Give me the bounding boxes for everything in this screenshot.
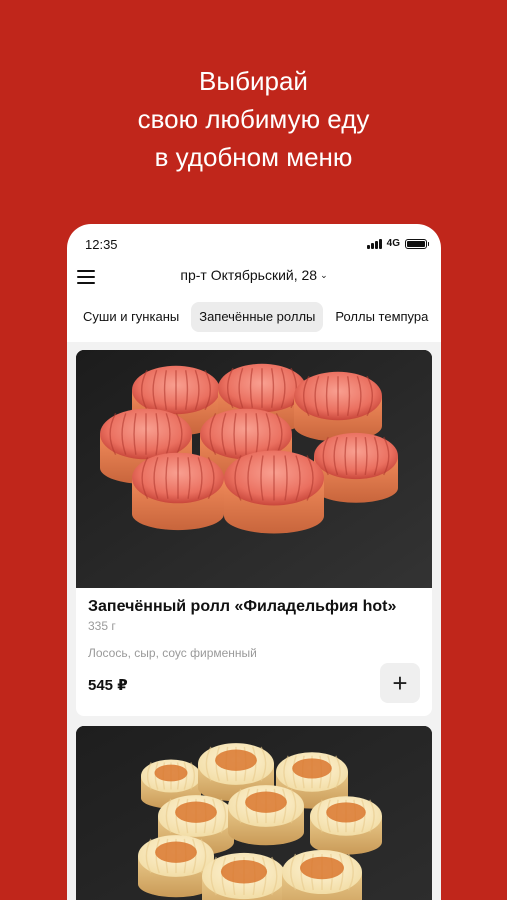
phone-screen: 12:35 4G пр-т Октябрьский, 28 ⌄ Суши и гу… xyxy=(67,224,441,900)
address-label: пр-т Октябрьский, 28 xyxy=(180,267,318,283)
product-list: Запечённый ролл «Филадельфия hot» 335 г … xyxy=(67,342,441,900)
product-price: 545 ₽ xyxy=(88,677,128,694)
category-tabs: Суши и гунканы Запечённые роллы Роллы те… xyxy=(75,302,441,332)
product-card[interactable]: Запечённый ролл «Филадельфия hot» 335 г … xyxy=(76,350,432,716)
product-photo xyxy=(76,350,432,588)
product-weight: 335 г xyxy=(88,619,116,633)
product-info: Запечённый ролл «Филадельфия hot» 335 г … xyxy=(76,588,432,716)
signal-icon xyxy=(366,238,382,249)
plus-icon: + xyxy=(392,668,408,698)
tab-sushi-gunkans[interactable]: Суши и гунканы xyxy=(75,302,187,332)
tab-baked-rolls[interactable]: Запечённые роллы xyxy=(191,302,324,332)
baked-salmon-rolls-image xyxy=(76,350,432,588)
status-time: 12:35 xyxy=(85,237,118,252)
promo-line-2: свою любимую еду xyxy=(137,104,370,134)
promo-headline: Выбирай свою любимую еду в удобном меню xyxy=(0,62,507,176)
chevron-down-icon: ⌄ xyxy=(320,270,328,280)
promo-line-1: Выбирай xyxy=(199,66,308,96)
product-name: Запечённый ролл «Филадельфия hot» xyxy=(88,598,397,615)
address-selector[interactable]: пр-т Октябрьский, 28 ⌄ xyxy=(67,267,441,283)
status-icons: 4G xyxy=(366,238,429,249)
status-bar: 12:35 4G xyxy=(67,224,441,264)
product-card[interactable] xyxy=(76,726,432,900)
network-type: 4G xyxy=(386,238,400,249)
baked-cheese-rolls-image xyxy=(76,726,432,900)
tab-tempura-rolls[interactable]: Роллы темпура xyxy=(327,302,436,332)
promo-line-3: в удобном меню xyxy=(154,142,353,172)
product-photo xyxy=(76,726,432,900)
product-description: Лосось, сыр, соус фирменный xyxy=(88,646,257,660)
battery-icon xyxy=(405,238,429,249)
app-header: пр-т Октябрьский, 28 ⌄ xyxy=(67,264,441,298)
add-to-cart-button[interactable]: + xyxy=(380,663,420,703)
